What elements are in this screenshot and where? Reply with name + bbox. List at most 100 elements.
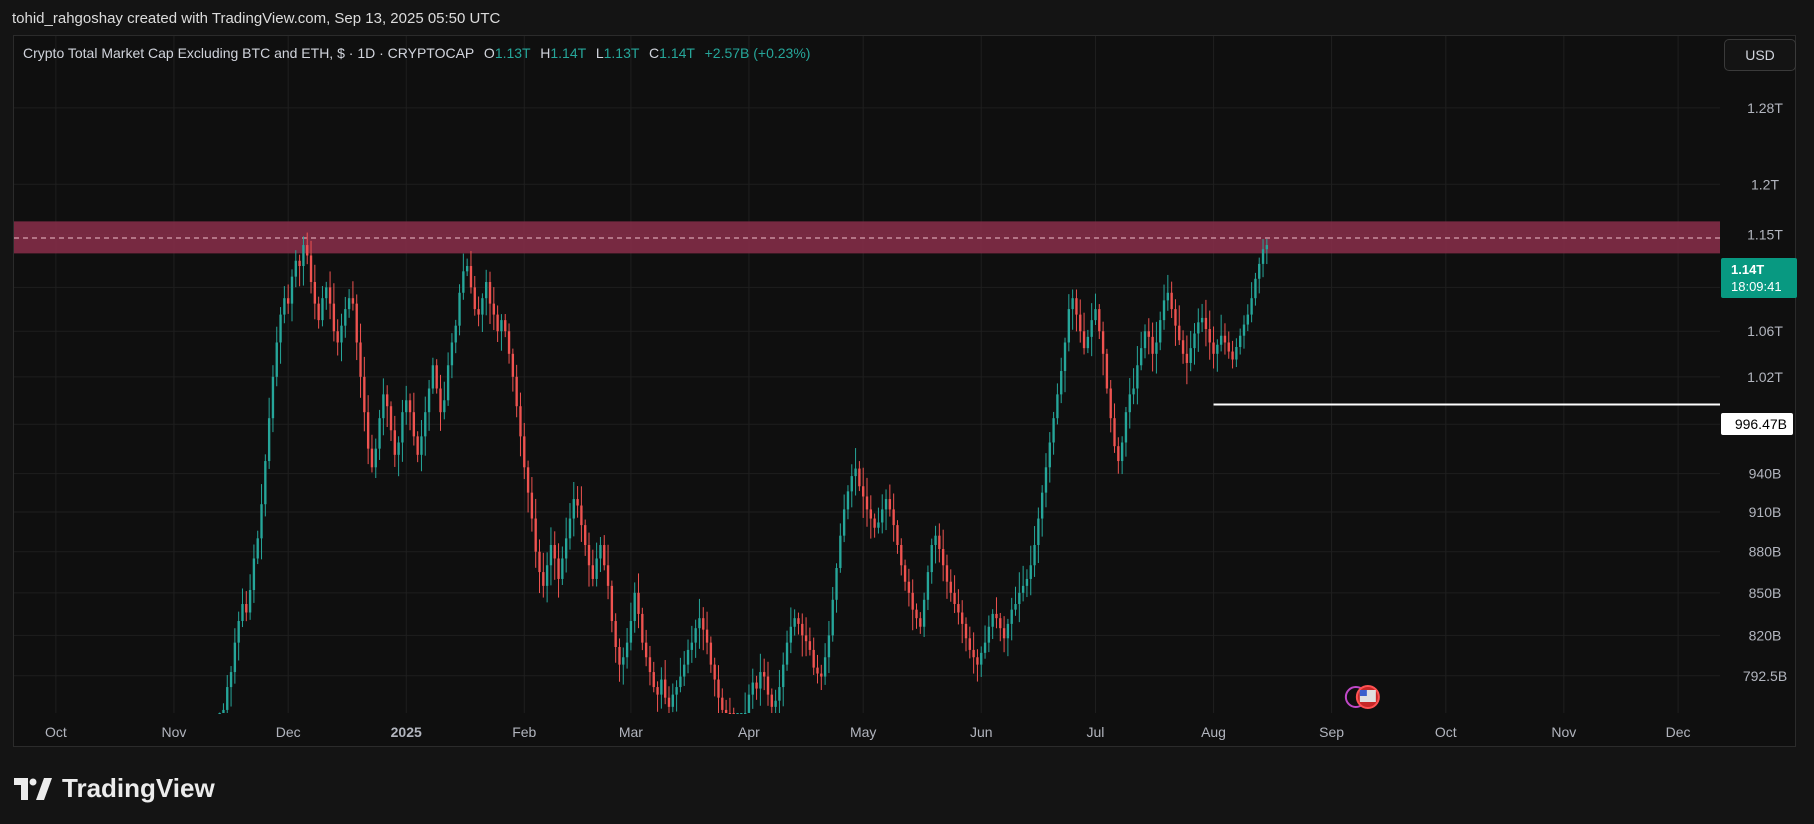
candle-201 <box>983 625 987 659</box>
candle-132 <box>721 688 724 713</box>
candle-35 <box>351 281 355 311</box>
x-tick-label-7: May <box>850 724 876 740</box>
candle-251 <box>1174 299 1177 346</box>
candle-141 <box>755 675 758 700</box>
candle-246 <box>1155 321 1158 374</box>
candle-245 <box>1151 322 1154 372</box>
candle-160 <box>827 621 831 674</box>
candle-26 <box>317 296 320 329</box>
x-tick-label-9: Jul <box>1087 724 1105 740</box>
x-tick-label-6: Apr <box>738 724 760 740</box>
candle-67 <box>473 275 476 316</box>
candle-96 <box>584 519 587 556</box>
candle-198 <box>972 632 975 674</box>
candle-88 <box>553 531 556 580</box>
x-tick-label-14: Dec <box>1666 724 1691 740</box>
candle-1 <box>222 703 225 713</box>
candle-36 <box>355 294 358 361</box>
candle-83 <box>534 498 537 568</box>
candle-32 <box>340 313 343 362</box>
candle-59 <box>443 381 446 420</box>
candle-71 <box>488 271 492 324</box>
candle-184 <box>919 612 922 634</box>
candle-61 <box>450 333 454 379</box>
candle-158 <box>820 664 823 691</box>
candle-69 <box>481 293 484 333</box>
open-value: 1.13T <box>494 45 531 61</box>
candle-208 <box>1010 597 1013 641</box>
candle-186 <box>926 565 930 611</box>
candle-94 <box>576 486 579 518</box>
candle-249 <box>1166 274 1170 311</box>
candle-102 <box>606 544 610 600</box>
candle-242 <box>1139 331 1143 371</box>
candle-81 <box>526 460 530 513</box>
candle-98 <box>591 549 595 587</box>
y-tick-label-2: 1.15T <box>1747 227 1783 243</box>
candle-27 <box>321 286 324 327</box>
candle-229 <box>1090 303 1093 357</box>
candle-118 <box>667 686 671 713</box>
candle-95 <box>580 486 583 542</box>
candle-51 <box>412 392 416 446</box>
candle-111 <box>641 607 644 651</box>
candle-19 <box>290 269 294 322</box>
candle-260 <box>1208 310 1211 360</box>
candle-226 <box>1079 299 1082 343</box>
candle-131 <box>717 665 720 713</box>
candle-271 <box>1250 282 1253 323</box>
candle-217 <box>1044 453 1048 508</box>
candle-149 <box>785 630 789 671</box>
candle-239 <box>1128 378 1131 429</box>
y-tick-label-9: 880B <box>1749 544 1782 560</box>
candle-140 <box>751 668 754 709</box>
candle-48 <box>401 399 404 462</box>
candle-255 <box>1189 330 1192 372</box>
candle-190 <box>941 529 945 582</box>
candle-228 <box>1086 329 1090 354</box>
candle-185 <box>922 592 926 637</box>
candle-90 <box>561 546 564 585</box>
currency-button[interactable]: USD <box>1724 39 1796 71</box>
y-tick-label-12: 792.5B <box>1743 668 1787 684</box>
candle-231 <box>1098 304 1101 340</box>
candle-163 <box>839 523 842 573</box>
candle-104 <box>614 613 617 663</box>
candle-170 <box>865 477 869 527</box>
candle-70 <box>485 269 488 316</box>
candle-18 <box>286 284 290 314</box>
candle-220 <box>1056 383 1059 425</box>
tradingview-logo[interactable]: TradingView <box>14 773 215 804</box>
candle-62 <box>454 319 457 354</box>
candle-175 <box>884 489 888 531</box>
candle-207 <box>1006 618 1010 657</box>
candle-20 <box>294 250 297 288</box>
candle-113 <box>648 645 652 686</box>
candle-247 <box>1159 311 1162 351</box>
candle-99 <box>595 542 598 587</box>
candle-235 <box>1113 403 1116 453</box>
candle-25 <box>313 264 317 320</box>
x-tick-label-5: Mar <box>619 724 643 740</box>
candle-115 <box>656 681 659 712</box>
candle-57 <box>435 359 438 394</box>
candle-168 <box>858 461 861 492</box>
y-tick-label-0: 1.28T <box>1747 100 1783 116</box>
candle-205 <box>999 612 1002 642</box>
candle-101 <box>603 535 606 571</box>
candle-263 <box>1219 314 1223 352</box>
candle-10 <box>256 530 259 565</box>
candlestick-chart[interactable]: 1.28T1.2T1.15T1.1T1.06T1.02T980B940B910B… <box>0 0 1814 824</box>
candle-40 <box>370 434 374 473</box>
y-tick-label-4: 1.06T <box>1747 323 1783 339</box>
candle-268 <box>1239 328 1242 355</box>
low-value: 1.13T <box>603 45 640 61</box>
candle-225 <box>1075 289 1078 332</box>
current-price-tag: 1.14T 18:09:41 <box>1721 258 1797 298</box>
candle-11 <box>260 484 263 560</box>
candle-47 <box>397 436 400 477</box>
candle-164 <box>842 494 846 543</box>
candle-188 <box>934 525 937 564</box>
x-tick-label-1: Nov <box>161 724 186 740</box>
candle-39 <box>366 395 370 465</box>
